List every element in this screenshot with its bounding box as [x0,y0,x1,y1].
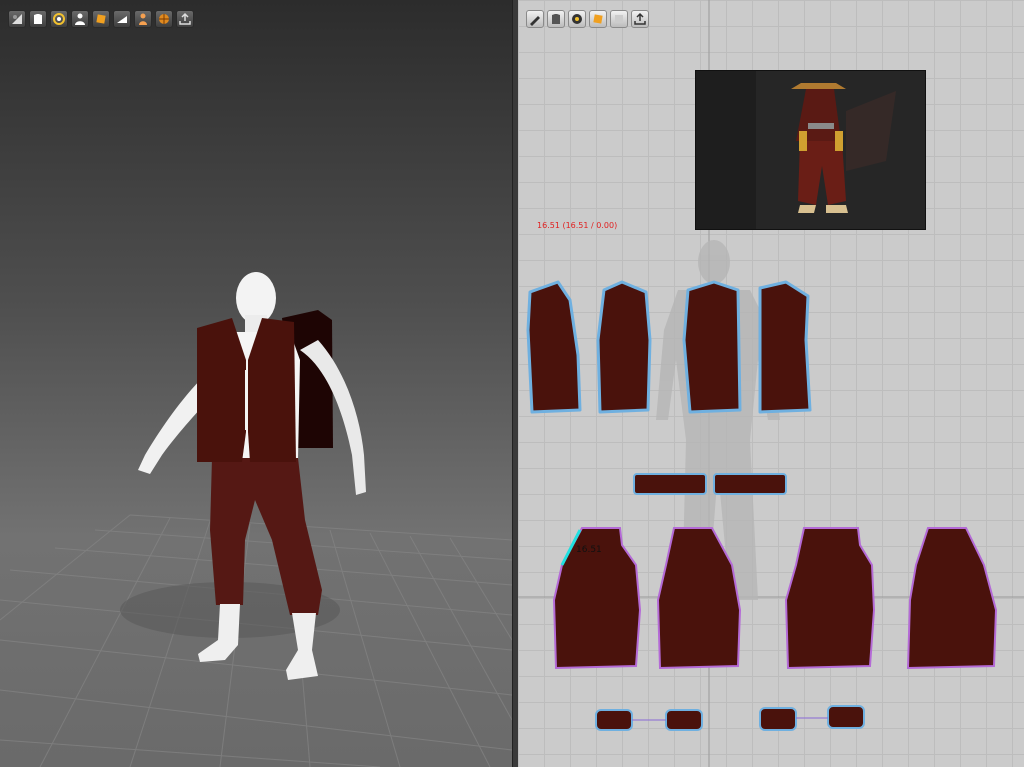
render-preview [695,70,926,230]
segment-length-label: 16.51 [576,545,602,555]
avatar-button[interactable] [71,10,89,28]
skin-button[interactable] [134,10,152,28]
pattern-piece-vest-1 [526,280,582,414]
vest-right-panel [248,318,296,462]
fold-button[interactable] [113,10,131,28]
edit-pattern-button[interactable] [526,10,544,28]
edit-point-icon [572,14,582,24]
vest-left-panel [197,318,246,462]
layer-icon [615,15,623,23]
export-button[interactable] [176,10,194,28]
pattern-piece-vest-4 [758,280,812,414]
pattern-piece-pants-4 [906,527,998,670]
texture-icon [159,14,169,24]
avatar-icon [75,13,85,25]
fabric-2d-button[interactable] [589,10,607,28]
export-2d-button[interactable] [631,10,649,28]
select-garment-icon [34,14,42,24]
layer-button[interactable] [610,10,628,28]
3d-viewport[interactable] [0,0,512,767]
pattern-piece-cuff-1 [595,709,633,731]
pattern-piece-cuff-4 [827,705,865,729]
fabric-icon [96,14,106,24]
texture-button[interactable] [155,10,173,28]
floor-grid [0,514,512,767]
pattern-piece-vest-2 [596,280,652,414]
export-2d-icon [634,12,646,25]
fold-icon [117,16,127,23]
transform-icon [53,13,65,25]
render-preview-image [696,71,896,229]
fabric-2d-icon [593,14,603,24]
pattern-piece-cuff-2 [665,709,703,731]
toolbar-3d [8,10,194,28]
select-mesh-icon [12,14,22,24]
select-garment-button[interactable] [29,10,47,28]
measure-readout: 16.51 (16.51 / 0.00) [537,221,618,230]
3d-scene [0,272,512,767]
2d-pattern-viewport[interactable]: 16.51 16.51 (16.51 / 0.00) [518,0,1024,767]
transform-pattern-icon [552,14,560,24]
fabric-button[interactable] [92,10,110,28]
pattern-piece-vest-3 [682,280,742,414]
transform-button[interactable] [50,10,68,28]
export-icon [179,12,191,25]
select-mesh-button[interactable] [8,10,26,28]
transform-pattern-button[interactable] [547,10,565,28]
pattern-piece-waistband-1 [633,473,707,495]
edit-pattern-icon [530,16,540,26]
edit-point-button[interactable] [568,10,586,28]
pattern-piece-waistband-2 [713,473,787,495]
pattern-piece-pants-3 [784,527,876,670]
skin-icon [139,13,147,25]
pattern-piece-cuff-3 [759,707,797,731]
toolbar-2d [526,10,649,28]
